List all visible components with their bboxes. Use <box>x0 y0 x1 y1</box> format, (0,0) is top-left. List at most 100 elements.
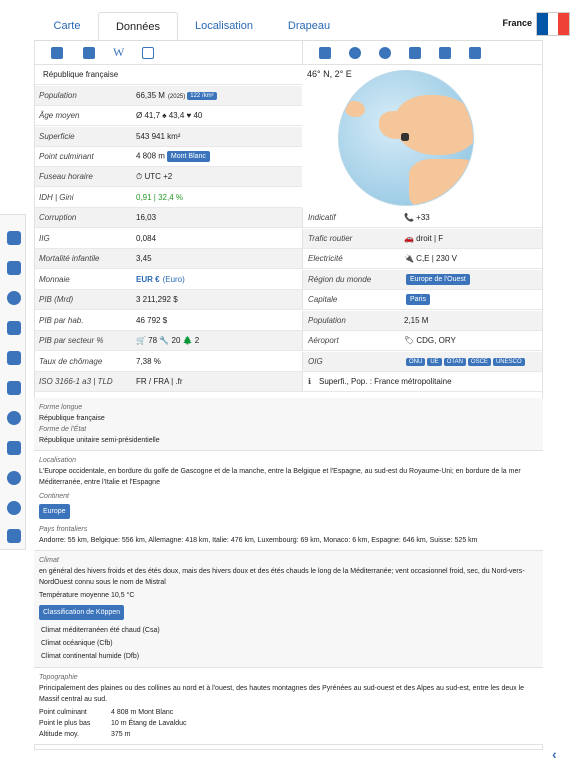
row-label: Electricité <box>308 254 343 263</box>
left-row: Point culminant 4 808 m Mont Blanc <box>35 147 302 167</box>
org-badge[interactable]: UNESCO <box>492 357 525 366</box>
grid-icon[interactable] <box>7 529 21 543</box>
forme-etat-label: Forme de l'État <box>39 426 87 433</box>
row-value: Paris <box>404 294 542 305</box>
continent-label: Continent <box>39 493 69 500</box>
row-label: Taux de chômage <box>39 357 103 366</box>
point-value: 10 m Étang de Lavalduc <box>111 720 187 727</box>
left-row: PIB par hab. 46 792 $ <box>35 311 302 331</box>
left-row: Âge moyen Ø 41,7 ♠ 43,4 ♥ 40 <box>35 106 302 126</box>
value-text: FR / FRA | .fr <box>136 377 183 386</box>
localisation-label: Localisation <box>39 457 76 464</box>
right-row: Aéroport 🏷 CDG, ORY <box>302 331 542 351</box>
row-label: ISO 3166-1 a3 | TLD <box>39 377 113 386</box>
value-text: Ø 41,7 ♠ 43,4 ♥ 40 <box>136 111 203 120</box>
list-icon[interactable] <box>7 231 21 245</box>
gear-icon[interactable] <box>7 501 21 515</box>
value-text: République française <box>43 70 119 79</box>
flag-icon[interactable] <box>536 12 570 36</box>
image-icon[interactable] <box>439 46 451 59</box>
list-icon[interactable] <box>51 46 63 59</box>
right-row: Electricité 🔌 C,E | 230 V <box>302 249 542 269</box>
org-badge[interactable]: OTAN <box>443 357 466 366</box>
topo-text: Principalement des plaines ou des collin… <box>39 685 525 703</box>
info-icon[interactable] <box>7 471 21 485</box>
camera-icon[interactable] <box>7 441 21 455</box>
localisation-text: L'Europe occidentale, en bordure du golf… <box>39 468 521 486</box>
climat-text: en général des hivers froids et des étés… <box>39 568 525 586</box>
row-value: 66,35 M (2025) 122 /km² <box>136 91 302 100</box>
org-badge[interactable]: ONU <box>406 357 426 366</box>
row-value: 543 941 km² <box>136 132 302 141</box>
right-row: ℹ Superfi., Pop. : France métropolitaine <box>302 372 542 392</box>
row-value: 🛒 78 🔧 20 🌲 2 <box>136 336 302 345</box>
value-text: 16,03 <box>136 213 157 222</box>
tab-localisation[interactable]: Localisation <box>184 12 264 40</box>
row-value: 🔌 C,E | 230 V <box>404 254 542 263</box>
value-badge[interactable]: 122 /km² <box>187 91 217 100</box>
org-badge[interactable]: OSCE <box>467 357 491 366</box>
forme-longue: République française <box>39 415 105 422</box>
row-label: Mortalité infantile <box>39 254 100 263</box>
row-label: Point culminant <box>39 152 94 161</box>
calendar-icon[interactable] <box>7 381 21 395</box>
row-label: Fuseau horaire <box>39 172 93 181</box>
star-icon[interactable] <box>7 351 21 365</box>
left-row: Monnaie EUR € (Euro) <box>35 270 302 290</box>
point-value: 375 m <box>111 731 131 738</box>
row-value: EUR € (Euro) <box>136 275 302 284</box>
row-label: PIB par hab. <box>39 316 84 325</box>
globe-icon[interactable] <box>7 291 21 305</box>
row-value: ⏱ UTC +2 <box>136 172 302 182</box>
value-text: 3,45 <box>136 254 152 263</box>
right-icon-toolbar <box>302 41 542 65</box>
left-row: PIB par secteur % 🛒 78 🔧 20 🌲 2 <box>35 331 302 351</box>
left-row: Mortalité infantile 3,45 <box>35 249 302 269</box>
continent-badge[interactable]: Europe <box>39 504 70 519</box>
value-badge[interactable]: Paris <box>406 294 430 305</box>
value-badge[interactable]: Mont Blanc <box>166 151 210 162</box>
left-row: IIG 0,084 <box>35 229 302 249</box>
row-value: République française <box>39 70 302 79</box>
value-text: 7,38 % <box>136 357 161 366</box>
row-label: PIB par secteur % <box>39 336 104 345</box>
point-label: Point culminant <box>39 709 87 716</box>
value-text: 🚗 droit | F <box>404 234 444 243</box>
row-value: FR / FRA | .fr <box>136 377 302 386</box>
clock-icon[interactable] <box>379 46 391 59</box>
value-text: 3 211,292 $ <box>136 295 178 304</box>
row-label: Indicatif <box>308 213 336 222</box>
tab-donnees[interactable]: Données <box>98 12 178 40</box>
row-label: Trafic routier <box>308 234 353 243</box>
globe-icon[interactable] <box>349 46 361 59</box>
tab-carte[interactable]: Carte <box>40 12 94 40</box>
value-text: Superfi., Pop. : France métropolitaine <box>319 377 452 386</box>
left-row: Population 66,35 M (2025) 122 /km² <box>35 86 302 106</box>
right-row: Région du monde Europe de l'Ouest <box>302 270 542 290</box>
row-label: Âge moyen <box>39 111 80 120</box>
document-icon[interactable] <box>142 46 155 59</box>
back-icon[interactable]: ‹ <box>552 746 562 762</box>
koppen-button[interactable]: Classification de Köppen <box>39 605 125 620</box>
row-value: 3,45 <box>136 254 302 263</box>
tab-drapeau[interactable]: Drapeau <box>276 12 342 40</box>
value-text: 0,084 <box>136 234 157 243</box>
chevron-right-icon[interactable] <box>7 411 21 425</box>
org-badge[interactable]: UE <box>427 357 442 366</box>
left-row: PIB (Mrd) 3 211,292 $ <box>35 290 302 310</box>
value-badge[interactable]: Europe de l'Ouest <box>406 274 470 285</box>
row-value: ONU UE OTAN OSCE UNESCO <box>404 357 542 366</box>
map-icon[interactable] <box>83 46 95 59</box>
row-value: Europe de l'Ouest <box>404 274 542 285</box>
flag-icon[interactable] <box>409 46 421 59</box>
chart-icon[interactable] <box>319 46 331 59</box>
left-icon-toolbar: W <box>35 41 302 65</box>
row-label: Capitale <box>308 295 338 304</box>
row-label: OIG <box>308 357 323 366</box>
gamepad-icon[interactable] <box>7 261 21 275</box>
bookmark-icon[interactable] <box>469 46 481 59</box>
row-label: Corruption <box>39 213 77 222</box>
row-label: PIB (Mrd) <box>39 295 74 304</box>
wikipedia-icon[interactable]: W <box>113 45 124 60</box>
cube-icon[interactable] <box>7 321 21 335</box>
